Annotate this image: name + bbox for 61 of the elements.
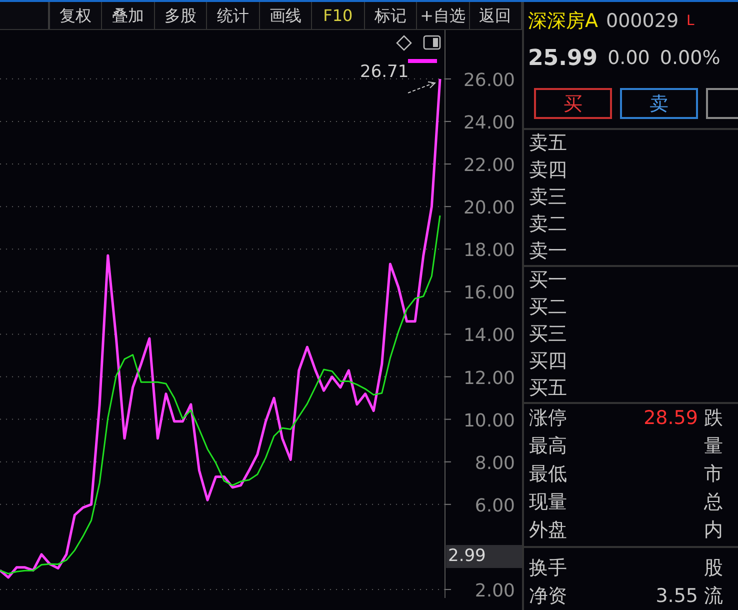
toolbar-button[interactable]: 返回 [470, 2, 522, 29]
stat-label: 涨停 [528, 406, 568, 431]
diamond-icon[interactable] [396, 35, 412, 51]
stock-code: 000029 [606, 8, 679, 34]
axis-label: 10.00 [463, 410, 515, 432]
stat-label: 总 [703, 490, 723, 515]
toolbar-button[interactable]: F10 [312, 2, 365, 29]
ask-level: 卖五 [528, 131, 568, 156]
percent-change: 0.00% [660, 46, 720, 71]
stat-label: 市 [703, 462, 723, 487]
stat-label: 净资 [528, 584, 568, 609]
price-change: 0.00 [608, 46, 650, 71]
axis-label: 12.00 [463, 368, 515, 389]
stat-value: 3.55 [656, 584, 698, 609]
ask-level: 卖三 [528, 185, 568, 210]
stat-label: 股 [703, 556, 723, 581]
bid-level: 买一 [528, 268, 568, 293]
stat-label: 跌 [703, 406, 723, 431]
toolbar-button[interactable]: 复权 [50, 2, 102, 29]
axis-label: 16.00 [463, 282, 515, 304]
axis-label: 22.00 [463, 155, 515, 176]
bid-level: 买四 [528, 349, 568, 374]
stock-name: 深深房A [528, 8, 598, 34]
axis-label: 6.00 [474, 495, 515, 516]
ask-level: 卖四 [528, 158, 568, 183]
marker-bar [408, 59, 437, 63]
stat-label: 现量 [528, 490, 568, 515]
bid-level: 买五 [528, 376, 568, 401]
toolbar-button[interactable]: 画线 [260, 2, 312, 29]
sell-button[interactable]: 卖 [620, 88, 698, 119]
last-price: 25.99 [528, 44, 598, 72]
stat-label: 流 [703, 584, 723, 609]
max-price-label: 26.71 [360, 64, 409, 81]
panel-toggle-icon[interactable] [423, 35, 441, 50]
bid-level: 买三 [528, 322, 568, 347]
ask-level: 卖二 [528, 212, 568, 237]
toolbar-button[interactable]: +自选 [417, 2, 470, 29]
axis-label: 20.00 [463, 198, 515, 219]
toolbar-button[interactable]: 叠加 [102, 2, 155, 29]
stat-label: 最高 [528, 434, 568, 459]
axis-label: 24.00 [463, 112, 515, 134]
toolbar-button[interactable]: 标记 [364, 2, 418, 29]
axis-label: 2.00 [474, 580, 515, 598]
axis-label: 18.00 [463, 240, 515, 262]
axis-label: 14.00 [463, 325, 515, 346]
stat-label: 内 [703, 518, 723, 543]
pointer-arrow [408, 81, 436, 94]
stat-label: 换手 [528, 556, 568, 581]
toolbar-button[interactable]: 多股 [154, 2, 208, 29]
toolbar-button[interactable]: 统计 [207, 2, 260, 29]
buy-button[interactable]: 买 [534, 88, 612, 119]
price-marker: 2.99 [446, 545, 522, 568]
axis-label: 8.00 [474, 452, 515, 474]
stat-label: 量 [703, 434, 723, 459]
ask-level: 卖一 [528, 239, 568, 264]
stat-label: 最低 [528, 462, 568, 487]
axis-label: 26.00 [463, 70, 515, 91]
bid-level: 买二 [528, 295, 568, 320]
stat-value: 28.59 [644, 406, 698, 431]
stock-tag: L [686, 10, 694, 32]
stat-label: 外盘 [528, 518, 568, 543]
